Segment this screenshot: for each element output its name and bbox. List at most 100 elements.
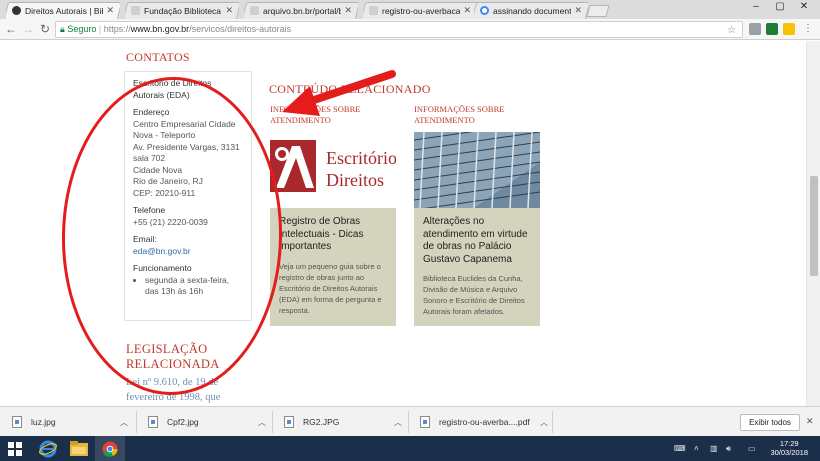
taskbar-file-explorer[interactable]: [64, 436, 94, 461]
keyboard-icon[interactable]: ⌨: [674, 444, 686, 453]
pdf-file-icon: [420, 416, 430, 428]
address-line: Cidade Nova: [133, 164, 183, 175]
extension-icon[interactable]: [766, 23, 778, 35]
extension-icon[interactable]: [749, 23, 761, 35]
card-category: INFORMAÇÕES SOBRE ATENDIMENTO: [270, 104, 361, 125]
menu-icon[interactable]: ⋮: [801, 22, 815, 36]
browser-toolbar: ← → ↻ 🔒︎ Seguro | https://www.bn.gov.br/…: [0, 19, 820, 40]
extension-icon[interactable]: [783, 23, 795, 35]
close-window-button[interactable]: ✕: [792, 1, 816, 12]
google-favicon-icon: [480, 6, 489, 15]
taskbar-chrome[interactable]: [95, 436, 125, 461]
tab-arquivo-bn[interactable]: arquivo.bn.br/portal/bole ✕: [244, 2, 358, 19]
tab-assinando-documento[interactable]: assinando documento d ✕: [474, 2, 588, 19]
eda-logo-image[interactable]: Escritório Direitos: [270, 132, 396, 208]
contatos-heading: CONTATOS: [126, 50, 190, 64]
conteudo-relacionado-heading: CONTEÚDO RELACIONADO: [269, 82, 431, 96]
notification-icon[interactable]: ▭: [748, 444, 756, 453]
start-button[interactable]: [0, 436, 30, 461]
image-file-icon: [284, 416, 294, 428]
chevron-up-icon[interactable]: ︿: [120, 417, 128, 428]
close-tab-icon[interactable]: ✕: [225, 5, 233, 16]
hours-label: Funcionamento: [133, 263, 192, 273]
email-label: Email:: [133, 234, 157, 244]
download-item[interactable]: Cpf2.jpg ︿: [148, 411, 273, 433]
close-downloads-icon[interactable]: ✕: [806, 416, 814, 427]
bookmark-star-icon[interactable]: ☆: [727, 23, 736, 38]
address-line: CEP: 20210-911: [133, 187, 196, 198]
card-body[interactable]: Registro de Obras Intelectuais - Dicas i…: [270, 208, 396, 326]
clock-date: 30/03/2018: [770, 448, 808, 457]
windows-logo-icon: [8, 441, 22, 456]
minimize-button[interactable]: –: [744, 1, 768, 12]
address-separator: |: [98, 24, 102, 34]
maximize-button[interactable]: ▢: [768, 1, 792, 12]
building-photo-image[interactable]: [414, 132, 540, 208]
tab-direitos-autorais[interactable]: Direitos Autorais | Bibliote ✕: [6, 2, 120, 19]
card-description: Veja um pequeno guia sobre o registro de…: [279, 261, 382, 315]
card-body[interactable]: Alterações no atendimento em virtude de …: [414, 208, 540, 326]
page-content: CONTATOS Escritório de Direitos Autorais…: [0, 41, 820, 406]
system-clock[interactable]: 17:29 30/03/2018: [770, 439, 808, 457]
vertical-scrollbar[interactable]: [806, 41, 820, 406]
chevron-up-icon[interactable]: ︿: [540, 417, 548, 428]
download-item[interactable]: luz.jpg ︿: [12, 411, 137, 433]
image-file-icon: [12, 416, 22, 428]
card-title[interactable]: Registro de Obras Intelectuais - Dicas i…: [279, 216, 387, 254]
page-favicon-icon: [131, 6, 140, 15]
phone-label: Telefone: [133, 205, 166, 215]
download-filename: luz.jpg: [31, 417, 56, 427]
email-link[interactable]: eda@bn.gov.br: [133, 246, 191, 256]
card-description: Biblioteca Euclides da Cunha, Divisão de…: [423, 274, 525, 316]
card-title[interactable]: Alterações no atendimento em virtude de …: [423, 216, 531, 266]
internet-explorer-icon: [39, 440, 57, 457]
tab-label: assinando documento d: [493, 5, 571, 16]
address-label: Endereço: [133, 107, 170, 117]
image-file-icon: [148, 416, 158, 428]
tab-strip: Direitos Autorais | Bibliote ✕ Fundação …: [0, 0, 820, 19]
legislacao-link[interactable]: Lei nº 9.610, de 19 de fevereiro de 1998…: [126, 375, 244, 405]
secure-label: Seguro: [67, 24, 97, 34]
address-line: Centro Empresarial Cidade Nova - Telepor…: [133, 118, 236, 141]
reload-icon[interactable]: ↻: [38, 22, 52, 36]
phone-number: +55 (21) 2220-0039: [133, 216, 208, 227]
chevron-up-icon[interactable]: ︿: [258, 417, 266, 428]
close-tab-icon[interactable]: ✕: [463, 5, 471, 16]
scrollbar-thumb[interactable]: [810, 176, 818, 276]
back-arrow-icon[interactable]: ←: [4, 22, 18, 36]
divider: [136, 411, 137, 433]
downloads-bar: luz.jpg ︿ Cpf2.jpg ︿ RG2.JPG ︿ registro-…: [0, 406, 820, 436]
address-bar[interactable]: 🔒︎ Seguro | https://www.bn.gov.br/servic…: [55, 21, 743, 38]
network-icon[interactable]: ▥: [710, 444, 718, 453]
contact-box: Escritório de Direitos Autorais (EDA) En…: [124, 71, 252, 321]
address-line: sala 702: [133, 153, 166, 163]
volume-icon[interactable]: 🔊︎: [726, 444, 731, 454]
close-tab-icon[interactable]: ✕: [574, 5, 582, 16]
chevron-up-icon[interactable]: ︿: [394, 417, 402, 428]
tab-label: registro-ou-averbacao-1: [382, 5, 460, 16]
address-line: Rio de Janeiro, RJ: [133, 176, 203, 186]
forward-arrow-icon[interactable]: →: [21, 22, 35, 36]
clock-time: 17:29: [779, 439, 799, 448]
download-filename: Cpf2.jpg: [167, 417, 199, 427]
close-tab-icon[interactable]: ✕: [106, 5, 114, 16]
download-filename: registro-ou-averba....pdf: [439, 417, 530, 427]
tab-label: Direitos Autorais | Bibliote: [25, 5, 103, 16]
new-tab-button[interactable]: [586, 5, 610, 17]
url-scheme: https://: [103, 24, 131, 34]
page-favicon-icon: [369, 6, 378, 15]
download-item[interactable]: registro-ou-averba....pdf ︿: [420, 411, 553, 433]
tray-arrow-icon[interactable]: ˄: [694, 444, 699, 453]
download-item[interactable]: RG2.JPG ︿: [284, 411, 409, 433]
tab-fundacao-biblioteca[interactable]: Fundação Biblioteca Naci ✕: [125, 2, 239, 19]
close-tab-icon[interactable]: ✕: [344, 5, 352, 16]
office-name: Escritório de Direitos Autorais (EDA): [133, 78, 212, 100]
tab-label: Fundação Biblioteca Naci: [144, 5, 222, 16]
download-filename: RG2.JPG: [303, 417, 340, 427]
tab-label: arquivo.bn.br/portal/bole: [263, 5, 341, 16]
tab-registro-averbacao[interactable]: registro-ou-averbacao-1 ✕: [363, 2, 477, 19]
chrome-icon: [102, 441, 118, 457]
taskbar-internet-explorer[interactable]: [33, 436, 63, 461]
lock-icon: 🔒︎: [60, 24, 65, 34]
show-all-downloads-button[interactable]: Exibir todos: [740, 414, 800, 431]
